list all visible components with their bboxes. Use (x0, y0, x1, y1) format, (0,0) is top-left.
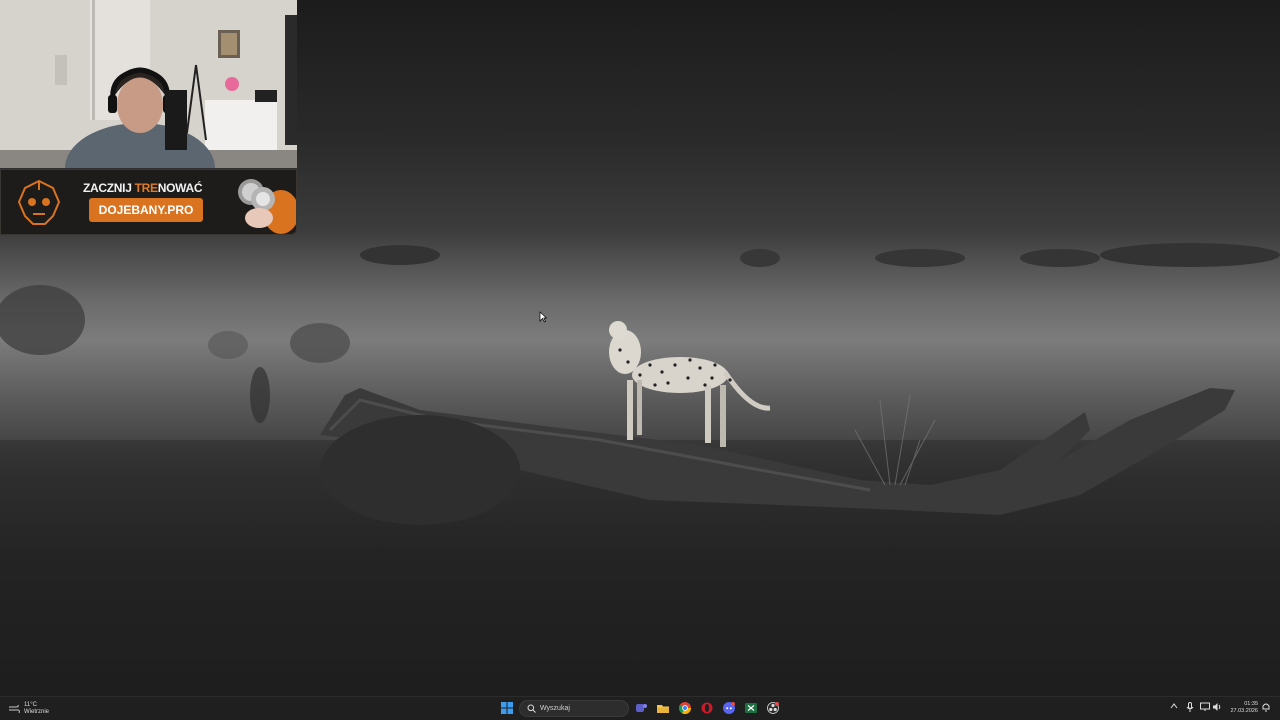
teams-icon (636, 704, 647, 712)
tray-microphone[interactable] (1186, 702, 1194, 714)
taskbar-app-opera[interactable] (700, 701, 714, 715)
cheetah-figure (609, 321, 771, 447)
notification-bell-icon (1262, 703, 1270, 712)
taskbar-app-teams[interactable] (634, 701, 648, 715)
tray-volume[interactable] (1212, 702, 1222, 714)
chevron-up-icon (1170, 703, 1178, 709)
search-placeholder: Wyszukaj (540, 705, 570, 712)
taskbar-app-file-explorer[interactable] (656, 701, 670, 715)
dumbbell-icon (238, 179, 296, 234)
folder-icon (657, 705, 669, 713)
tray-overflow-chevron-icon[interactable] (1170, 702, 1178, 712)
speaker-icon (1213, 703, 1221, 711)
obs-icon (767, 702, 779, 714)
system-clock[interactable]: 01:35 27.03.2026 (1228, 701, 1258, 715)
weather-temperature: 11°C (24, 702, 37, 708)
clock-time: 01:35 (1244, 701, 1258, 707)
promo-url-button[interactable]: DOJEBANY.PRO (89, 198, 203, 222)
tray-notifications[interactable] (1262, 702, 1270, 714)
promo-title: ZACZNIJ TRENOWAĆ (83, 181, 203, 195)
network-monitor-icon (1200, 702, 1210, 711)
skull-logo-icon (17, 179, 61, 225)
microphone-icon (1186, 702, 1194, 712)
taskbar-app-excel[interactable] (744, 701, 758, 715)
excel-icon (745, 703, 757, 713)
chrome-icon (679, 702, 691, 714)
clock-date: 27.03.2026 (1230, 708, 1258, 714)
weather-wind-icon (9, 704, 20, 714)
start-button[interactable] (500, 701, 514, 715)
tray-network[interactable] (1200, 702, 1210, 714)
taskbar: 11°C Wietrznie Wyszukaj 01:35 27.03.2026 (0, 696, 1280, 720)
webcam-scene (0, 0, 297, 168)
weather-condition: Wietrznie (24, 709, 50, 715)
discord-icon (723, 702, 735, 714)
webcam-overlay (0, 0, 297, 168)
windows-logo-icon (501, 702, 513, 714)
taskbar-app-obs[interactable] (766, 701, 780, 715)
taskbar-app-chrome[interactable] (678, 701, 692, 715)
opera-icon (701, 702, 713, 714)
taskbar-search-box[interactable]: Wyszukaj (519, 700, 629, 717)
search-icon (527, 704, 536, 713)
weather-widget[interactable]: 11°C Wietrznie (8, 700, 49, 718)
mouse-cursor-icon (539, 311, 547, 323)
taskbar-app-discord[interactable] (722, 701, 736, 715)
